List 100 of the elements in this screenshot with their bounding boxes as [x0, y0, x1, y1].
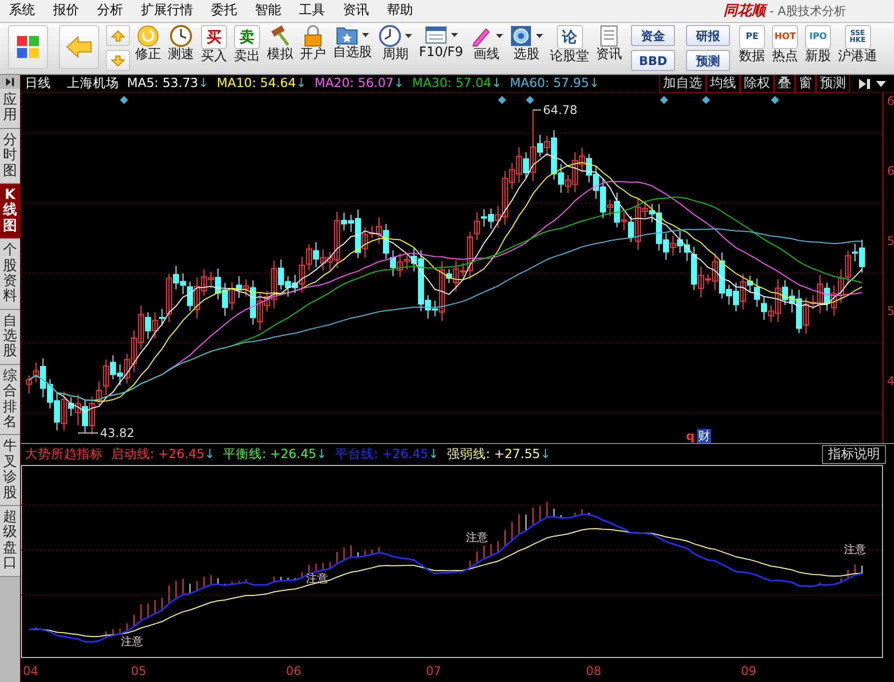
toolbar-button[interactable]: 自选股	[331, 25, 374, 60]
diamond-marker-icon	[771, 96, 779, 104]
scroll-down-button[interactable]	[106, 50, 130, 71]
star-folder-icon	[336, 25, 358, 45]
axis-label: 4	[887, 374, 894, 388]
axis-label: 06	[286, 663, 302, 680]
expand-icon[interactable]	[858, 78, 872, 90]
diamond-marker-icon	[660, 96, 668, 104]
menu-item[interactable]: 资讯	[334, 0, 378, 22]
side-tab[interactable]: K线图	[0, 184, 20, 240]
chart-button[interactable]: 叠	[774, 74, 795, 92]
chart-button[interactable]: 加自选	[659, 74, 706, 92]
collapse-icon[interactable]	[5, 77, 15, 87]
toolbar-button[interactable]: 研报	[686, 25, 730, 46]
axis-label: 04	[23, 663, 38, 680]
refresh-icon	[137, 25, 159, 47]
scroll-up-button[interactable]	[106, 25, 130, 46]
menu-item[interactable]: 帮助	[378, 0, 422, 22]
axis-label: 07	[426, 663, 442, 680]
menu-item[interactable]: 智能	[246, 0, 290, 22]
down-arrow: ↓	[204, 445, 215, 464]
document-icon	[599, 25, 620, 47]
stock-name: 上海机场	[67, 74, 119, 92]
axis-label: 09	[741, 663, 756, 680]
menu-item[interactable]: 分析	[88, 0, 132, 22]
diamond-marker-icon	[120, 96, 128, 104]
down-arrow: ↓	[540, 445, 551, 464]
globe-icon	[510, 25, 532, 47]
toolbar-button[interactable]: PE 数据	[737, 25, 768, 64]
side-tab[interactable]: 分时图	[0, 128, 20, 184]
text-badge-icon: 论	[556, 25, 583, 49]
ma-value: MA10: 54.64	[216, 74, 296, 92]
ma-value: MA20: 56.07	[314, 74, 394, 92]
toolbar-button[interactable]: 画线	[468, 25, 506, 62]
signal-note: 注意	[466, 531, 488, 544]
toolbar-button[interactable]: 资金	[631, 25, 676, 46]
axis-label: 6	[887, 94, 894, 108]
menu-item[interactable]: 报价	[44, 0, 88, 22]
indicator-help-button[interactable]: 指标说明	[822, 445, 886, 464]
toolbar-button[interactable]: 论 论股堂	[548, 25, 592, 64]
side-tab[interactable]: 牛叉诊股	[0, 435, 20, 506]
toolbar-button[interactable]: 资讯	[594, 25, 624, 62]
toolbar-button[interactable]: 买 买入	[199, 25, 229, 64]
text-badge-icon: 卖	[234, 25, 260, 49]
arrow-left-icon	[66, 36, 92, 58]
toolbar-button[interactable]: F10/F9	[417, 25, 466, 60]
caret-icon[interactable]	[876, 80, 886, 86]
indicator-value: 平台线: +26.45	[334, 445, 428, 464]
hammer-icon	[269, 25, 291, 47]
toolbar-button[interactable]: 测速	[166, 25, 196, 62]
side-tab[interactable]: 个股资料	[0, 239, 20, 310]
diamond-marker-icon	[702, 96, 710, 104]
toolbar-button[interactable]: HOT 热点	[770, 25, 800, 64]
toolbar-button[interactable]: 修正	[133, 25, 163, 62]
chart-button[interactable]: 窗	[795, 74, 816, 92]
arrow-up-icon	[111, 30, 125, 42]
signal-note: 注意	[844, 543, 866, 556]
toolbar-button[interactable]	[59, 25, 99, 69]
side-tab[interactable]: 应用	[0, 89, 20, 129]
toolbar-button[interactable]: 选股	[508, 25, 546, 62]
indicator-value: 平衡线: +26.45	[222, 445, 316, 464]
menu-item[interactable]: 扩展行情	[132, 0, 202, 22]
diamond-marker-icon	[526, 96, 534, 104]
axis-label: 5	[887, 234, 894, 248]
indicator-name: 大势所趋指标	[25, 445, 103, 464]
side-tab[interactable]: 超级盘口	[0, 506, 20, 577]
signal-note: 注意	[121, 635, 143, 648]
axis-label: 08	[586, 663, 602, 680]
menu-item[interactable]: 委托	[202, 0, 246, 22]
toolbar-button[interactable]: 开户	[298, 25, 328, 62]
axis-label: 5	[887, 304, 894, 318]
clock-icon	[170, 25, 192, 47]
toolbar-button[interactable]: BBD	[631, 50, 676, 71]
toolbar-button[interactable]: 卖 卖出	[232, 25, 262, 64]
finance-badge[interactable]: 财	[698, 429, 710, 443]
menu-item[interactable]: 工具	[290, 0, 334, 22]
tiles-icon	[16, 35, 40, 59]
chart-button[interactable]: 均线	[706, 74, 740, 92]
axis-label: 05	[131, 663, 146, 680]
side-tab[interactable]: 自选股	[0, 310, 20, 365]
finance-marker[interactable]: q	[686, 429, 695, 443]
finance-badge-background	[697, 429, 711, 443]
down-arrow: ↓	[428, 445, 439, 464]
indicator-value: 启动线: +26.45	[111, 445, 204, 464]
down-arrow: ↓	[491, 74, 502, 92]
low-price-label: 43.82	[100, 426, 134, 440]
toolbar-button[interactable]	[8, 25, 48, 69]
toolbar-button[interactable]: 模拟	[265, 25, 295, 62]
toolbar-button[interactable]: 周期	[377, 25, 414, 62]
toolbar-button[interactable]: 预测	[686, 50, 730, 71]
chart-button[interactable]: 除权	[740, 74, 774, 92]
chart-button[interactable]: 预测	[816, 74, 850, 92]
text-badge-icon: PE	[739, 25, 766, 49]
ma-value: MA30: 57.04	[412, 74, 492, 92]
text-badge-icon: HOT	[772, 25, 798, 49]
clock-icon	[379, 25, 401, 47]
menu-item[interactable]: 系统	[0, 0, 44, 22]
down-arrow: ↓	[316, 445, 327, 464]
toolbar-button[interactable]: IPO 新股	[803, 25, 834, 64]
side-tab[interactable]: 综合排名	[0, 364, 20, 436]
